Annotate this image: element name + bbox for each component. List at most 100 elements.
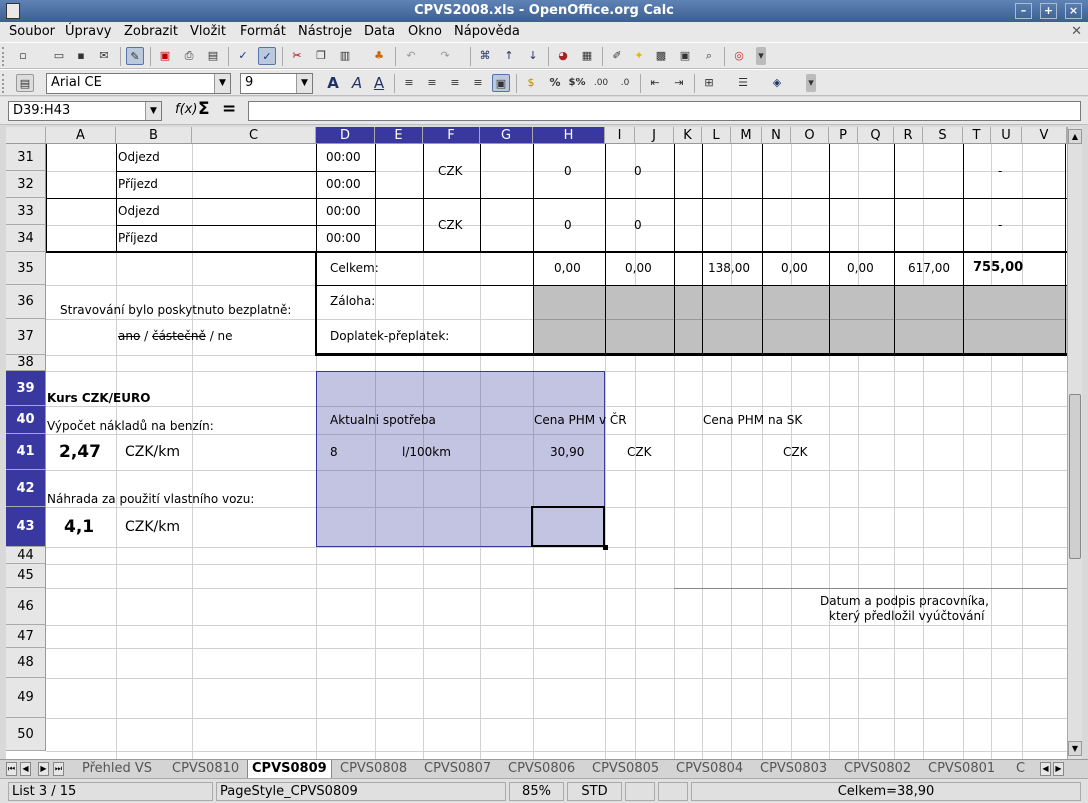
row-header-37[interactable]: 37 [6,319,46,355]
menu-napoveda[interactable]: Nápověda [454,24,520,39]
function-wizard-icon[interactable]: f(x) [175,102,197,117]
cell-a41[interactable]: 2,47 [59,442,101,462]
cell-d37[interactable]: Doplatek-přeplatek: [330,329,449,343]
cell-p35[interactable]: 0,00 [847,261,874,275]
cell-i41[interactable]: CZK [627,445,651,459]
cell-t31[interactable]: - [998,164,1002,178]
sheet-tab-more[interactable]: C [1016,760,1025,778]
column-header-m[interactable]: M [731,127,762,144]
help-icon[interactable]: ◎ [730,47,748,65]
background-color-icon[interactable]: ◈ [768,74,786,92]
row-header-35[interactable]: 35 [6,252,46,285]
column-header-v[interactable]: V [1022,127,1067,144]
cell-h40[interactable]: Cena PHM v ČR [534,413,627,427]
align-center-icon[interactable]: ≡ [423,74,441,92]
menu-zobrazit[interactable]: Zobrazit [124,24,178,39]
sheet-tab-cpvs0808[interactable]: CPVS0808 [340,760,407,778]
column-header-h[interactable]: H [533,127,605,144]
function-icon[interactable]: = [222,99,236,119]
menu-vlozit[interactable]: Vložit [190,24,226,39]
cell-a36[interactable]: Stravování bylo poskytnuto bezplatně: [60,303,291,317]
row-header-39[interactable]: 39 [6,371,46,406]
cell-a40[interactable]: Výpočet nákladů na benzín: [47,419,214,433]
export-pdf-icon[interactable]: ▣ [156,47,174,65]
first-sheet-icon[interactable]: ⏮ [6,762,17,776]
sort-ascending-icon[interactable]: ↑ [500,47,518,65]
cell-b43[interactable]: CZK/km [125,519,180,535]
cell-l35[interactable]: 138,00 [708,261,750,275]
close-window-button[interactable]: × [1065,3,1082,19]
cell-a37[interactable]: ano / částečně / ne [118,329,233,343]
zoom-icon[interactable]: ⌕ [700,47,718,65]
redo-icon[interactable]: ↷ [436,47,454,65]
show-draw-functions-icon[interactable]: ✐ [608,47,626,65]
row-header-42[interactable]: 42 [6,470,46,507]
print-icon[interactable]: ⎙ [180,47,198,65]
close-document-icon[interactable]: ✕ [1071,24,1082,39]
column-header-p[interactable]: P [829,127,858,144]
formula-input[interactable] [248,101,1081,121]
column-header-b[interactable]: B [116,127,192,144]
sheet-tab-cpvs0803[interactable]: CPVS0803 [760,760,827,778]
pivot-table-icon[interactable]: ▦ [578,47,596,65]
fill-handle[interactable] [603,545,608,550]
row-header-43[interactable]: 43 [6,507,46,547]
cell-selection[interactable] [316,371,605,547]
line-style-icon[interactable]: ☰ [734,74,752,92]
column-header-l[interactable]: L [702,127,731,144]
cell-d34[interactable]: 00:00 [326,231,361,245]
autospellcheck-icon[interactable]: ✓ [258,47,276,65]
row-header-44[interactable]: 44 [6,547,46,564]
underline-icon[interactable]: A [370,74,388,92]
cell-d36[interactable]: Záloha: [330,294,375,308]
spreadsheet-grid[interactable]: A B C D E F G H I J K L M N O P Q R S T … [6,127,1067,759]
chevron-down-icon[interactable]: ▼ [214,74,230,93]
row-header-49[interactable]: 49 [6,678,46,718]
menu-nastroje[interactable]: Nástroje [298,24,352,39]
align-right-icon[interactable]: ≡ [446,74,464,92]
delete-decimal-icon[interactable]: .0 [616,74,634,92]
merge-cells-icon[interactable]: ▣ [492,74,510,92]
sheet-tab-cpvs0809[interactable]: CPVS0809 [247,760,332,778]
scroll-thumb[interactable] [1069,394,1081,559]
cell-a42[interactable]: Náhrada za použití vlastního vozu: [47,492,254,506]
column-header-j[interactable]: J [635,127,674,144]
menu-data[interactable]: Data [364,24,395,39]
status-zoom[interactable]: 85% [509,782,564,801]
borders-icon[interactable]: ⊞ [700,74,718,92]
row-header-34[interactable]: 34 [6,225,46,252]
column-header-d[interactable]: D [316,127,375,144]
column-header-e[interactable]: E [375,127,423,144]
row-header-50[interactable]: 50 [6,718,46,751]
cell-d41[interactable]: 8 [330,445,338,459]
cell-d40[interactable]: Aktualni spotřeba [330,413,436,427]
cell-h31[interactable]: 0 [564,164,572,178]
scroll-down-icon[interactable]: ▼ [1068,741,1082,756]
cell-n35[interactable]: 0,00 [781,261,808,275]
row-header-40[interactable]: 40 [6,406,46,434]
menu-upravy[interactable]: Úpravy [65,24,111,39]
cell-t35[interactable]: 755,00 [973,260,1023,275]
cell-b34[interactable]: Příjezd [118,231,158,245]
toolbar-more-icon[interactable]: ▾ [756,47,766,65]
column-header-k[interactable]: K [674,127,702,144]
format-paintbrush-icon[interactable]: ♣ [370,47,388,65]
cell-b31[interactable]: Odjezd [118,150,160,164]
cell-r35[interactable]: 617,00 [908,261,950,275]
italic-icon[interactable]: A [348,74,366,92]
cell-b33[interactable]: Odjezd [118,204,160,218]
currency-format-icon[interactable]: $ [522,74,540,92]
scroll-up-icon[interactable]: ▲ [1068,129,1082,144]
chevron-down-icon[interactable]: ▼ [145,102,161,120]
status-mode[interactable]: STD [567,782,622,801]
spellcheck-icon[interactable]: ✓ [234,47,252,65]
minimize-button[interactable]: – [1015,3,1032,19]
prev-sheet-icon[interactable]: ◀ [20,762,31,776]
justify-icon[interactable]: ≡ [469,74,487,92]
sum-icon[interactable]: Σ [198,99,210,119]
row-header-45[interactable]: 45 [6,564,46,588]
cell-a43[interactable]: 4,1 [64,517,94,537]
cell-a39[interactable]: Kurs CZK/EURO [47,391,150,405]
font-size-combo[interactable]: 9 ▼ [240,73,313,94]
add-decimal-icon[interactable]: .00 [592,74,610,92]
